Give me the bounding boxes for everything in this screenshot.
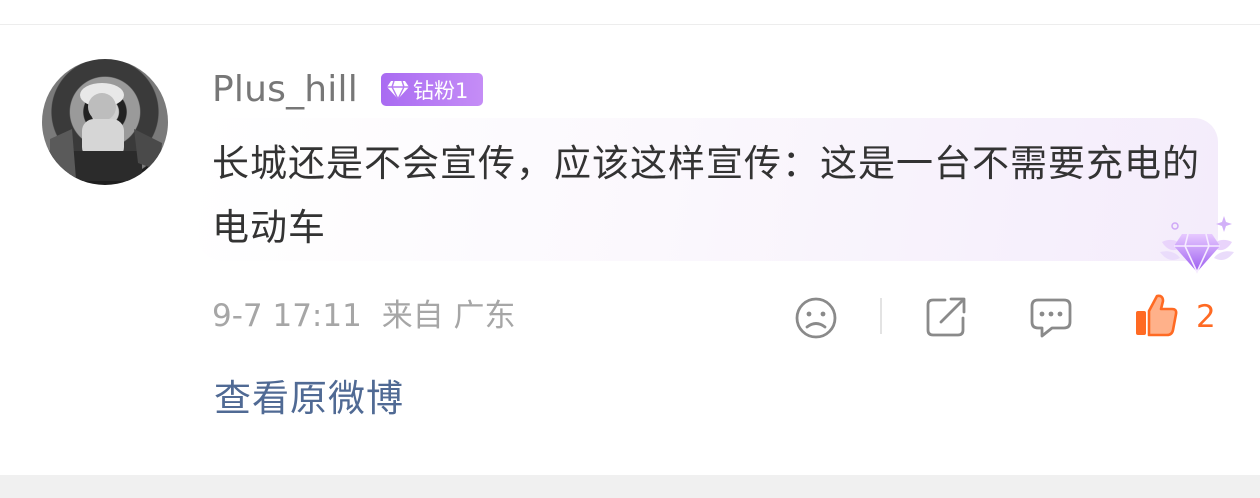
diamond-wings-icon [1158, 212, 1236, 276]
share-button[interactable] [923, 294, 969, 340]
username[interactable]: Plus_hill [212, 66, 358, 114]
comment-meta: 9-7 17:11 来自 广东 [212, 296, 516, 336]
like-button[interactable] [1133, 292, 1179, 338]
view-original-link[interactable]: 查看原微博 [214, 375, 404, 423]
action-divider [880, 298, 882, 334]
location: 来自 广东 [381, 298, 516, 334]
timestamp: 9-7 17:11 [212, 298, 362, 334]
like-count: 2 [1196, 299, 1216, 335]
comment-button[interactable] [1028, 296, 1074, 340]
comment-icon [1030, 298, 1072, 338]
comment-text: 长城还是不会宣传，应该这样宣传：这是一台不需要充电的电动车 [212, 142, 1200, 249]
avatar[interactable] [42, 59, 168, 185]
sad-face-icon [795, 297, 837, 339]
top-divider [0, 24, 1260, 25]
share-icon [926, 297, 966, 337]
thumbs-up-icon [1136, 294, 1178, 337]
fan-badge[interactable]: 钻粉1 [381, 73, 483, 106]
bottom-separator [0, 475, 1260, 498]
badge-label: 钻粉1 [413, 78, 469, 103]
dislike-button[interactable] [794, 296, 838, 340]
avatar-photo [50, 83, 162, 181]
diamond-icon [386, 80, 410, 100]
